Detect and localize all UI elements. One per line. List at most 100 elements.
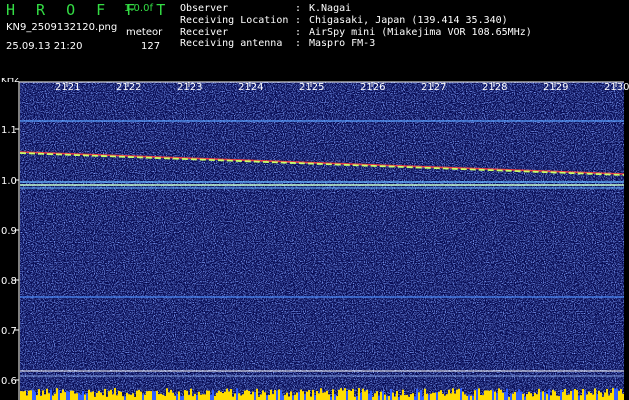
level-bar [592, 394, 594, 400]
level-bar [38, 389, 40, 400]
level-bar [378, 395, 380, 400]
level-bar [66, 390, 68, 400]
level-bar [552, 389, 554, 400]
level-bar [402, 389, 404, 400]
level-bar [48, 393, 50, 400]
level-bar [264, 392, 266, 400]
level-bar [114, 388, 116, 400]
level-bar [276, 390, 278, 400]
level-bar [406, 394, 408, 400]
level-bar [198, 391, 200, 400]
level-bar [600, 392, 602, 400]
level-bar [608, 395, 610, 400]
level-bar [152, 390, 154, 400]
level-bar [388, 396, 390, 400]
level-bar [174, 395, 176, 400]
level-bar [534, 392, 536, 400]
level-bar [204, 394, 206, 400]
level-bar [522, 393, 524, 400]
info-colon: : [295, 26, 302, 38]
level-bar [536, 394, 538, 400]
x-tick-label: 2127 [421, 82, 446, 93]
level-bar [598, 390, 600, 400]
level-bar [580, 395, 582, 400]
level-bar [302, 391, 304, 400]
level-bar [100, 392, 102, 400]
level-bar [370, 390, 372, 400]
level-bar [108, 391, 110, 400]
x-tick-label: 2124 [238, 82, 263, 93]
level-bar [196, 394, 198, 400]
level-bar [584, 390, 586, 400]
level-bar [266, 395, 268, 400]
level-bar [180, 396, 182, 400]
level-bar [252, 391, 254, 400]
level-bar [32, 389, 34, 400]
info-row-location: Receiving Location: Chigasaki, Japan (139… [180, 15, 532, 27]
level-bar [554, 391, 556, 400]
level-bar [310, 396, 312, 400]
info-value: AirSpy mini (Miakejima VOR 108.65MHz) [309, 26, 532, 38]
level-bar [512, 393, 514, 400]
level-bar [416, 388, 418, 400]
level-bar [470, 395, 472, 400]
level-bar [596, 394, 598, 400]
level-bar [616, 388, 618, 400]
level-bar [44, 394, 46, 400]
level-bar [558, 396, 560, 400]
level-bar [36, 395, 38, 400]
level-bar [510, 393, 512, 400]
level-bar [234, 393, 236, 400]
info-colon: : [295, 14, 302, 26]
level-bar [240, 395, 242, 400]
level-bar [154, 391, 156, 400]
level-bar [122, 396, 124, 400]
level-bar [290, 391, 292, 400]
level-bar [52, 395, 54, 400]
level-bar [170, 389, 172, 400]
level-bar [112, 394, 114, 400]
level-bar [342, 390, 344, 400]
level-bar [594, 388, 596, 400]
level-bar [346, 390, 348, 400]
level-bar [68, 391, 70, 400]
level-bar [492, 390, 494, 400]
level-bar [476, 388, 478, 400]
level-bar [572, 390, 574, 400]
level-bar [58, 390, 60, 400]
x-tick-label: 2129 [543, 82, 568, 93]
level-bar [244, 390, 246, 400]
level-bar [34, 391, 36, 400]
level-bar [404, 395, 406, 400]
level-bar [294, 394, 296, 400]
y-tick-label: 0.9 [1, 226, 17, 237]
level-bar [300, 389, 302, 400]
level-bar [54, 393, 56, 400]
level-bar [316, 390, 318, 400]
level-bar [344, 388, 346, 400]
level-bar [116, 395, 118, 400]
level-bar [350, 390, 352, 400]
level-bar [338, 389, 340, 400]
level-bar [520, 391, 522, 400]
level-bar [422, 396, 424, 400]
level-bar [544, 392, 546, 400]
level-bar [120, 391, 122, 400]
level-bar [442, 393, 444, 400]
level-bar [272, 394, 274, 400]
level-bar [72, 390, 74, 400]
level-bar [202, 394, 204, 400]
level-bar [98, 391, 100, 400]
level-bar [352, 388, 354, 400]
level-bar [410, 394, 412, 400]
level-bar [440, 390, 442, 400]
level-bar [546, 394, 548, 400]
level-bar [308, 390, 310, 400]
level-bar [502, 392, 504, 400]
level-bar [218, 390, 220, 400]
level-bar [318, 393, 320, 400]
level-bar [288, 396, 290, 400]
level-bar [20, 391, 22, 400]
level-bar [582, 388, 584, 400]
level-bar [28, 390, 30, 400]
